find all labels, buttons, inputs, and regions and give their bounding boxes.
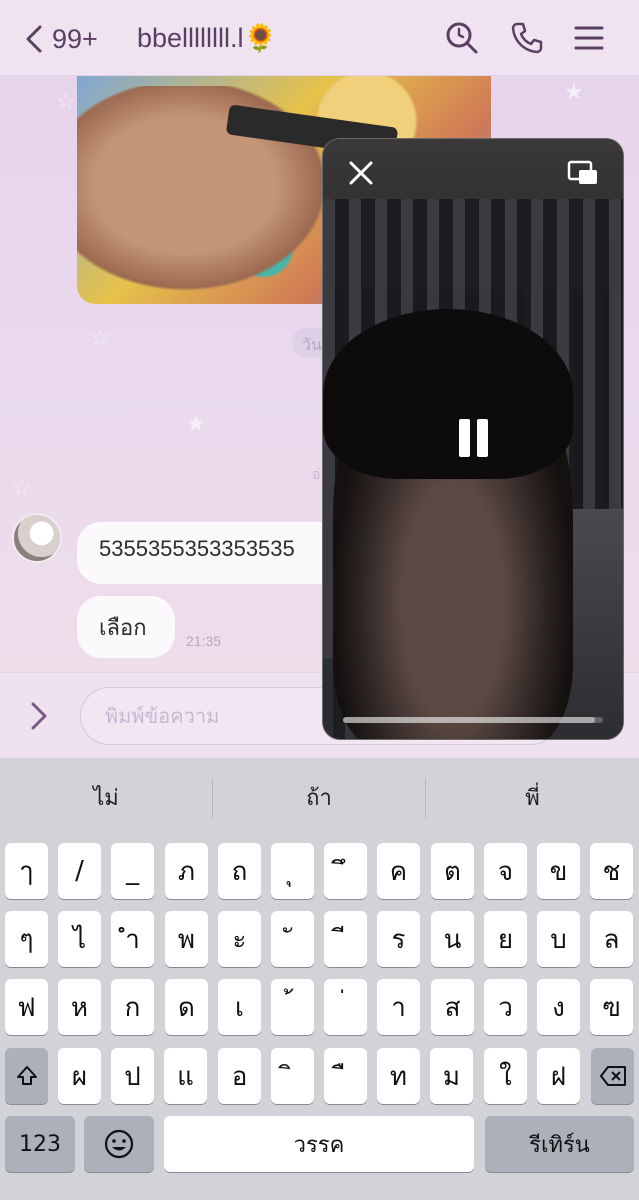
- letter-key[interactable]: ช: [590, 843, 633, 899]
- letter-key[interactable]: ป: [111, 1048, 154, 1104]
- letter-key[interactable]: แ: [164, 1048, 207, 1104]
- letter-key[interactable]: ฃ: [590, 979, 633, 1035]
- space-key[interactable]: วรรค: [164, 1116, 474, 1172]
- letter-key[interactable]: ฟ: [5, 979, 48, 1035]
- backspace-key[interactable]: [591, 1048, 634, 1104]
- back-button[interactable]: 99+: [20, 22, 130, 56]
- video-progress-fill: [343, 717, 596, 723]
- letter-key[interactable]: ง: [537, 979, 580, 1035]
- shift-key[interactable]: [5, 1048, 48, 1104]
- letter-key[interactable]: ะ: [218, 911, 261, 967]
- shift-icon: [16, 1066, 37, 1085]
- letter-key[interactable]: ด: [165, 979, 208, 1035]
- pause-icon: [459, 419, 470, 457]
- letter-key[interactable]: า: [377, 979, 420, 1035]
- letter-key[interactable]: ต: [431, 843, 474, 899]
- chat-header: 99+ bbellllllll.l🌻: [0, 0, 639, 76]
- letter-key[interactable]: ๆ: [5, 911, 48, 967]
- pause-icon: [477, 419, 488, 457]
- message-bubble[interactable]: 5355355353353535: [77, 522, 347, 584]
- letter-key[interactable]: ผ: [58, 1048, 101, 1104]
- video-pip[interactable]: [322, 138, 624, 740]
- letter-key[interactable]: ล: [590, 911, 633, 967]
- letter-key[interactable]: ค: [377, 843, 420, 899]
- letter-key[interactable]: ย: [484, 911, 527, 967]
- star-decoration: ★: [186, 412, 206, 437]
- suggestion-item[interactable]: พี่: [426, 758, 639, 836]
- search-icon[interactable]: [444, 20, 480, 56]
- letter-key[interactable]: น: [431, 911, 474, 967]
- numbers-key[interactable]: 123: [5, 1116, 75, 1172]
- letter-key[interactable]: ำ: [111, 911, 154, 967]
- letter-key[interactable]: บ: [537, 911, 580, 967]
- chevron-left-icon: [26, 25, 42, 53]
- letter-key[interactable]: ส: [431, 979, 474, 1035]
- letter-key[interactable]: ท: [377, 1048, 420, 1104]
- letter-key[interactable]: ร: [377, 911, 420, 967]
- letter-key[interactable]: ๅ: [5, 843, 48, 899]
- video-hair: [323, 309, 573, 479]
- letter-key[interactable]: ื: [324, 1048, 367, 1104]
- unread-count: 99+: [52, 23, 98, 54]
- keyboard: ไม่ ถ้า พี่ ๅ/_ภถุึคตจขชๆไำพะัีรนยบลฟหกด…: [0, 758, 639, 1200]
- letter-key[interactable]: เ: [218, 979, 261, 1035]
- suggestion-bar: ไม่ ถ้า พี่: [0, 758, 639, 836]
- letter-key[interactable]: ใ: [484, 1048, 527, 1104]
- video-progress-bar[interactable]: [343, 717, 603, 723]
- suggestion-item[interactable]: ถ้า: [213, 758, 425, 836]
- emoji-icon: [104, 1129, 134, 1159]
- star-decoration: ★: [564, 80, 584, 105]
- letter-key[interactable]: ั: [271, 911, 314, 967]
- phone-icon[interactable]: [509, 20, 545, 56]
- suggestion-item[interactable]: ไม่: [0, 758, 212, 836]
- letter-key[interactable]: ห: [58, 979, 101, 1035]
- letter-key[interactable]: ถ: [218, 843, 261, 899]
- contact-name[interactable]: bbellllllll.l🌻: [137, 22, 277, 54]
- letter-key[interactable]: ี: [324, 911, 367, 967]
- letter-key[interactable]: ุ: [271, 843, 314, 899]
- pause-button[interactable]: [457, 419, 491, 459]
- letter-key[interactable]: ิ: [271, 1048, 314, 1104]
- star-decoration: ☆: [56, 90, 76, 115]
- star-decoration: ☆: [90, 326, 110, 351]
- letter-key[interactable]: ่: [324, 979, 367, 1035]
- letter-key[interactable]: อ: [218, 1048, 261, 1104]
- read-status: อ่: [312, 467, 321, 483]
- letter-key[interactable]: ก: [111, 979, 154, 1035]
- letter-key[interactable]: ไ: [58, 911, 101, 967]
- letter-key[interactable]: ึ: [324, 843, 367, 899]
- pip-restore-icon[interactable]: [567, 159, 599, 187]
- letter-key[interactable]: ข: [537, 843, 580, 899]
- message-time: 21:35: [186, 633, 222, 649]
- star-decoration: ☆: [12, 476, 32, 501]
- letter-key[interactable]: ฝ: [537, 1048, 580, 1104]
- return-key[interactable]: รีเทิร์น: [485, 1116, 634, 1172]
- message-bubble[interactable]: เลือก: [77, 596, 175, 658]
- letter-key[interactable]: ภ: [165, 843, 208, 899]
- chevron-right-icon[interactable]: [26, 699, 52, 733]
- letter-key[interactable]: ้: [271, 979, 314, 1035]
- emoji-key[interactable]: [84, 1116, 154, 1172]
- letter-key[interactable]: ม: [430, 1048, 473, 1104]
- letter-key[interactable]: จ: [484, 843, 527, 899]
- backspace-icon: [599, 1066, 626, 1086]
- letter-key[interactable]: พ: [165, 911, 208, 967]
- avatar[interactable]: [12, 513, 62, 563]
- close-icon[interactable]: [347, 159, 375, 187]
- letter-key[interactable]: /: [58, 843, 101, 899]
- menu-icon[interactable]: [571, 20, 607, 56]
- letter-key[interactable]: _: [111, 843, 154, 899]
- letter-key[interactable]: ว: [484, 979, 527, 1035]
